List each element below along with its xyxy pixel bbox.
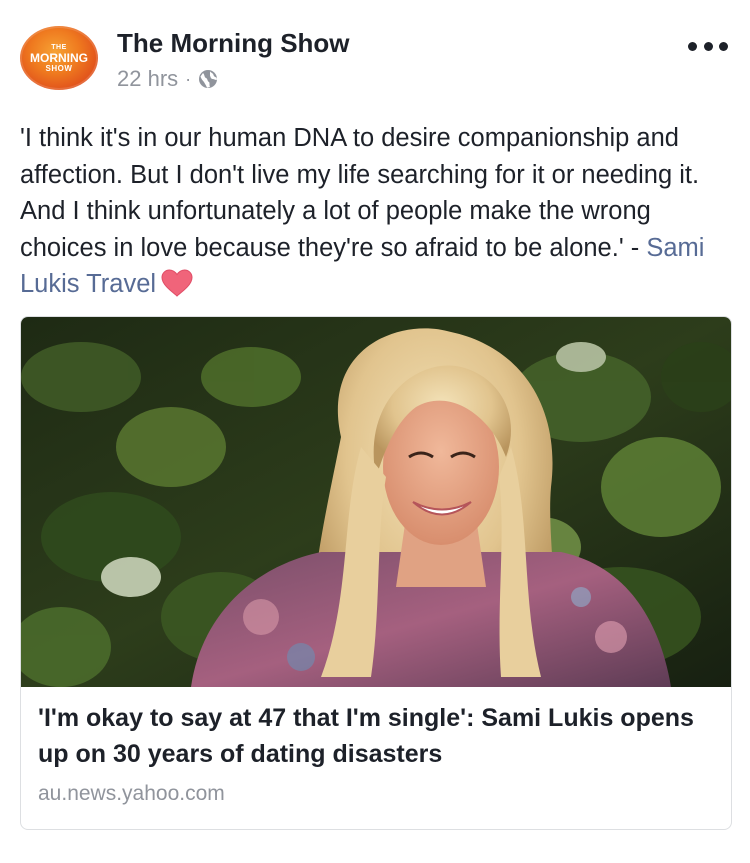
link-preview-card[interactable]: 'I'm okay to say at 47 that I'm single':…: [20, 316, 732, 830]
avatar-logo-line: THE: [51, 43, 67, 51]
avatar-logo-line: MORNING: [30, 50, 88, 65]
globe-icon: [199, 70, 218, 88]
meta-separator: ·: [185, 68, 192, 89]
page-avatar[interactable]: THE MORNING SHOW: [20, 26, 98, 90]
link-preview-title[interactable]: 'I'm okay to say at 47 that I'm single':…: [38, 700, 718, 772]
photo-of-woman-smiling: [21, 317, 731, 687]
avatar-logo-line: SHOW: [45, 63, 73, 73]
more-dot: [688, 41, 697, 51]
heart-icon: [161, 269, 193, 297]
more-dot: [703, 41, 713, 51]
link-preview-domain: au.news.yahoo.com: [38, 782, 225, 805]
post-body-text: 'I think it's in our human DNA to desire…: [20, 120, 732, 303]
post-meta: 22 hrs ·: [117, 66, 218, 92]
more-dot: [719, 41, 728, 51]
post-quote-text: 'I think it's in our human DNA to desire…: [20, 124, 700, 262]
post-timestamp[interactable]: 22 hrs: [117, 66, 178, 92]
post-header: THE MORNING SHOW The Morning Show 22 hrs…: [20, 26, 730, 96]
page-name-link[interactable]: The Morning Show: [117, 28, 350, 59]
link-preview-image[interactable]: [21, 317, 731, 687]
more-options-icon[interactable]: [688, 38, 728, 54]
facebook-post: THE MORNING SHOW The Morning Show 22 hrs…: [0, 0, 750, 863]
